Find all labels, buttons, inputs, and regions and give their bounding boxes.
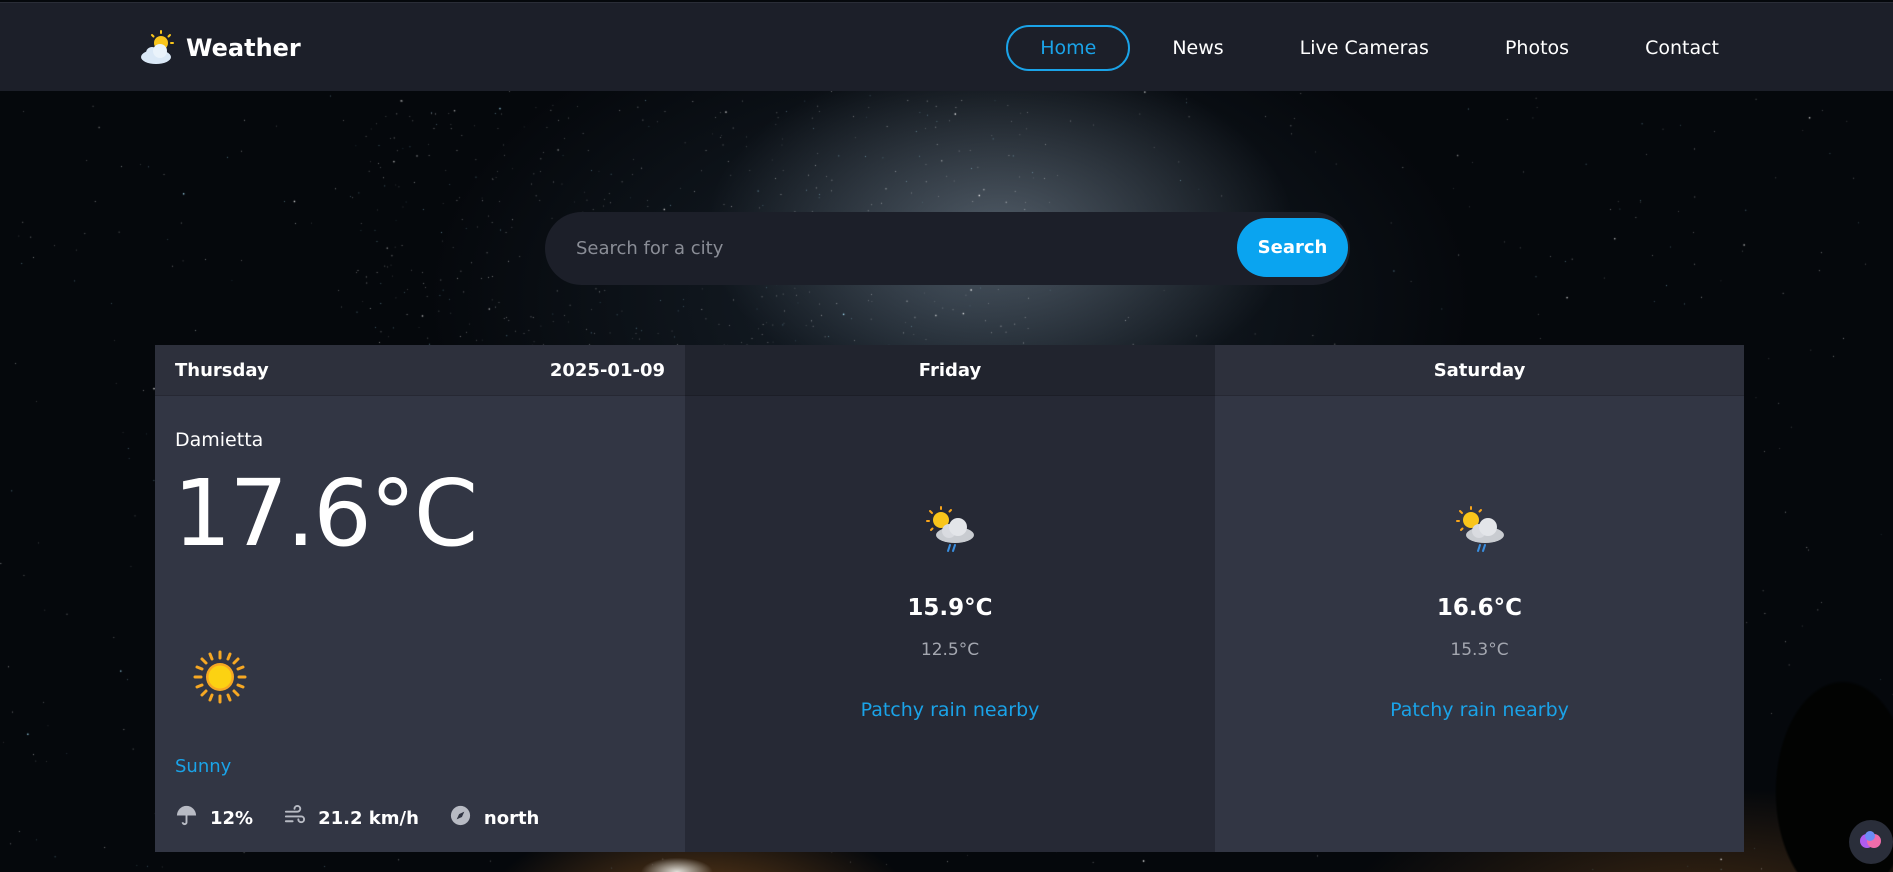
forecast-condition: Patchy rain nearby xyxy=(1390,699,1569,721)
forecast-day-label: Friday xyxy=(685,345,1215,396)
direction-stat: north xyxy=(449,804,539,832)
compass-icon xyxy=(449,804,484,832)
sun-cloud-rain-icon xyxy=(1453,505,1507,559)
current-condition: Sunny xyxy=(175,756,232,777)
sun-cloud-rain-icon xyxy=(923,505,977,559)
nav-home[interactable]: Home xyxy=(1006,25,1131,71)
nav-links: Home News Live Cameras Photos Contact xyxy=(998,25,1753,71)
sun-icon xyxy=(193,650,247,708)
today-card: Thursday 2025-01-09 Damietta 17.6°C Sunn… xyxy=(155,345,685,852)
top-navbar: Weather Home News Live Cameras Photos Co… xyxy=(0,2,1893,91)
today-day: Thursday xyxy=(175,359,269,381)
current-stats: 12% 21.2 km/h north xyxy=(175,804,569,832)
nav-contact[interactable]: Contact xyxy=(1611,25,1753,71)
ground-light xyxy=(635,852,720,872)
forecast-card-saturday: Saturday 16.6°C 15.3°C Patchy rain nearb… xyxy=(1215,345,1744,852)
forecast-max-temp: 16.6°C xyxy=(1436,595,1523,621)
search-bar: Search xyxy=(545,212,1350,285)
brand[interactable]: Weather xyxy=(139,30,301,66)
forecast-max-temp: 15.9°C xyxy=(907,595,993,621)
wind-stat: 21.2 km/h xyxy=(283,804,419,832)
umbrella-icon xyxy=(175,804,210,832)
wind-value: 21.2 km/h xyxy=(318,807,419,829)
direction-value: north xyxy=(483,807,540,829)
rain-stat: 12% xyxy=(175,804,253,832)
brand-name: Weather xyxy=(186,34,301,62)
city-name: Damietta xyxy=(175,429,264,451)
nav-news[interactable]: News xyxy=(1138,25,1257,71)
nav-photos[interactable]: Photos xyxy=(1471,25,1603,71)
forecast-day-label: Saturday xyxy=(1215,345,1744,396)
sun-behind-cloud-icon xyxy=(139,30,179,66)
forecast-condition: Patchy rain nearby xyxy=(860,699,1040,721)
today-card-header: Thursday 2025-01-09 xyxy=(155,345,685,396)
forecast-min-temp: 12.5°C xyxy=(920,640,980,660)
search-input[interactable] xyxy=(545,212,1235,285)
today-date: 2025-01-09 xyxy=(549,359,665,381)
forecast-panel: Thursday 2025-01-09 Damietta 17.6°C Sunn… xyxy=(155,345,1744,852)
rain-value: 12% xyxy=(210,807,254,829)
extension-icon[interactable] xyxy=(1849,820,1893,864)
forecast-card-friday: Friday 15.9°C 12.5°C Patchy rain nearby xyxy=(685,345,1215,852)
wind-icon xyxy=(283,804,318,832)
forecast-min-temp: 15.3°C xyxy=(1450,640,1509,660)
search-button[interactable]: Search xyxy=(1237,218,1348,277)
nav-live-cameras[interactable]: Live Cameras xyxy=(1266,25,1463,71)
current-temperature: 17.6°C xyxy=(173,460,478,567)
